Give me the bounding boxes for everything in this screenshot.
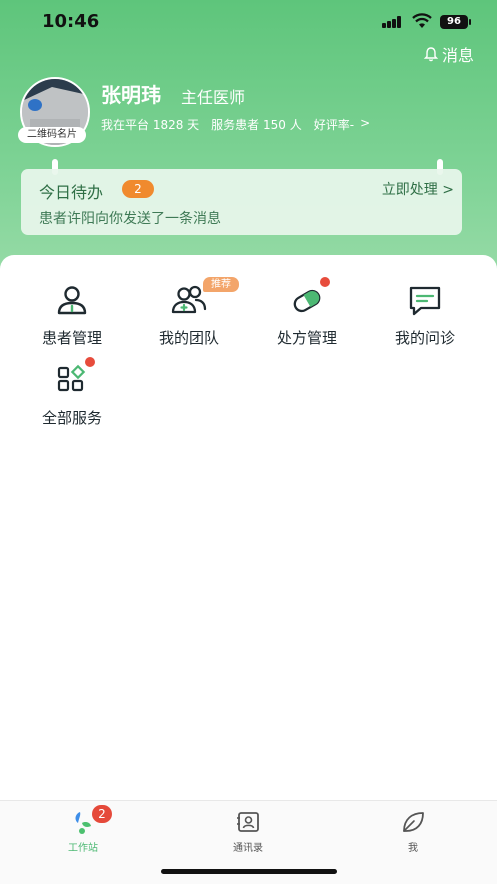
message-button[interactable]: 消息: [423, 42, 474, 66]
stat-days: 我在平台 1828 天: [101, 118, 200, 132]
stat-patients: 服务患者 150 人: [211, 118, 302, 132]
todo-message[interactable]: 患者许阳向你发送了一条消息: [39, 208, 221, 228]
service-patient-management[interactable]: 患者管理: [24, 281, 120, 348]
todo-count-badge: 2: [122, 180, 154, 198]
grid-icon: [57, 364, 86, 392]
doctor-title: 主任医师: [181, 88, 246, 107]
message-label: 消息: [442, 46, 475, 65]
service-label: 我的问诊: [394, 329, 455, 347]
doctor-name: 张明玮: [101, 83, 161, 107]
battery-cap: [469, 19, 471, 25]
tab-me[interactable]: 我: [363, 809, 463, 854]
stat-rating: 好评率-: [313, 118, 355, 132]
qr-card-button[interactable]: 二维码名片: [18, 127, 86, 143]
service-my-consultation[interactable]: 我的问诊: [377, 281, 473, 348]
leaf-icon: [403, 812, 424, 832]
battery-icon: 96: [440, 15, 468, 29]
doctor-stats[interactable]: 我在平台 1828 天 服务患者 150 人 好评率- >: [101, 116, 370, 133]
tab-workstation[interactable]: 工作站: [33, 809, 133, 854]
tab-label: 我: [408, 843, 418, 854]
service-all-services[interactable]: 全部服务: [24, 357, 120, 428]
service-label: 患者管理: [41, 329, 102, 347]
contacts-icon: [237, 812, 259, 832]
todo-action-link[interactable]: 立即处理 >: [382, 179, 454, 199]
tab-contacts[interactable]: 通讯录: [198, 809, 298, 854]
recommend-tag: 推荐: [203, 277, 239, 292]
todo-card[interactable]: 今日待办 2 立即处理 > 患者许阳向你发送了一条消息: [21, 169, 462, 235]
patient-icon: [57, 286, 87, 315]
todo-title: 今日待办: [39, 183, 104, 202]
chevron-right-icon: >: [360, 116, 371, 130]
tab-badge: 2: [92, 805, 112, 823]
status-bar: 10:46 96: [0, 0, 497, 44]
pill-icon: [293, 289, 321, 313]
signal-icon: [382, 16, 404, 28]
notification-dot: [85, 357, 95, 367]
home-indicator: [161, 869, 337, 874]
bell-icon: [423, 47, 439, 62]
tab-label: 通讯录: [233, 843, 263, 854]
tab-label: 工作站: [68, 843, 98, 854]
chat-icon: [409, 286, 441, 316]
notification-dot: [320, 277, 330, 287]
wifi-icon: [412, 13, 432, 28]
status-time: 10:46: [42, 11, 100, 32]
service-prescription-management[interactable]: 处方管理: [259, 277, 355, 348]
service-label: 处方管理: [276, 329, 337, 347]
service-label: 我的团队: [158, 329, 219, 347]
service-label: 全部服务: [41, 409, 102, 427]
battery-level: 96: [447, 16, 461, 27]
